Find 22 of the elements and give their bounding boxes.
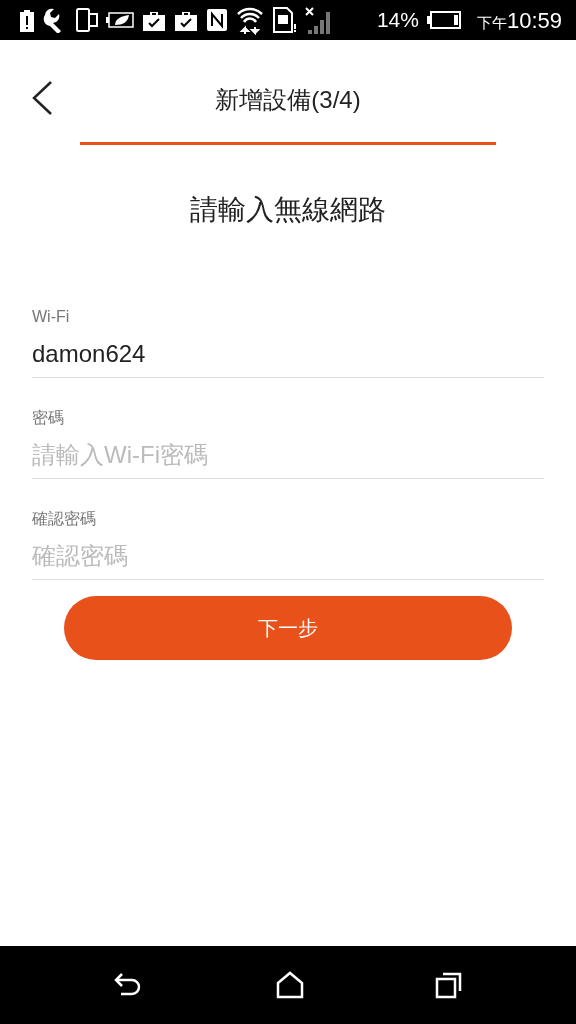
time-period: 下午 (476, 12, 507, 33)
back-icon (30, 80, 54, 116)
field-label: 確認密碼 (32, 509, 97, 529)
devices-icon (76, 8, 98, 32)
page-title: 新增設備(3/4) (215, 85, 361, 115)
leaf-battery-icon (106, 11, 134, 29)
page-subtitle: 請輸入無線網路 (189, 193, 387, 227)
next-button[interactable]: 下一步 (64, 596, 512, 660)
recents-icon (434, 971, 463, 999)
battery-percent: 14% (376, 7, 419, 34)
field-label: Wi-Fi (32, 307, 71, 327)
wifi-icon (236, 5, 264, 35)
sim-alert-icon (272, 7, 296, 33)
clock-time: 10:59 (506, 6, 562, 35)
nfc-icon (206, 8, 228, 32)
input-field[interactable]: 確認密碼 (32, 539, 544, 573)
alert-battery-icon (20, 8, 34, 32)
input-field[interactable]: 請輸入Wi-Fi密碼 (32, 438, 544, 472)
battery-icon (426, 11, 461, 29)
home-icon (276, 971, 304, 999)
field-label: 密碼 (32, 408, 65, 428)
input-field[interactable]: damon624 (32, 337, 544, 371)
